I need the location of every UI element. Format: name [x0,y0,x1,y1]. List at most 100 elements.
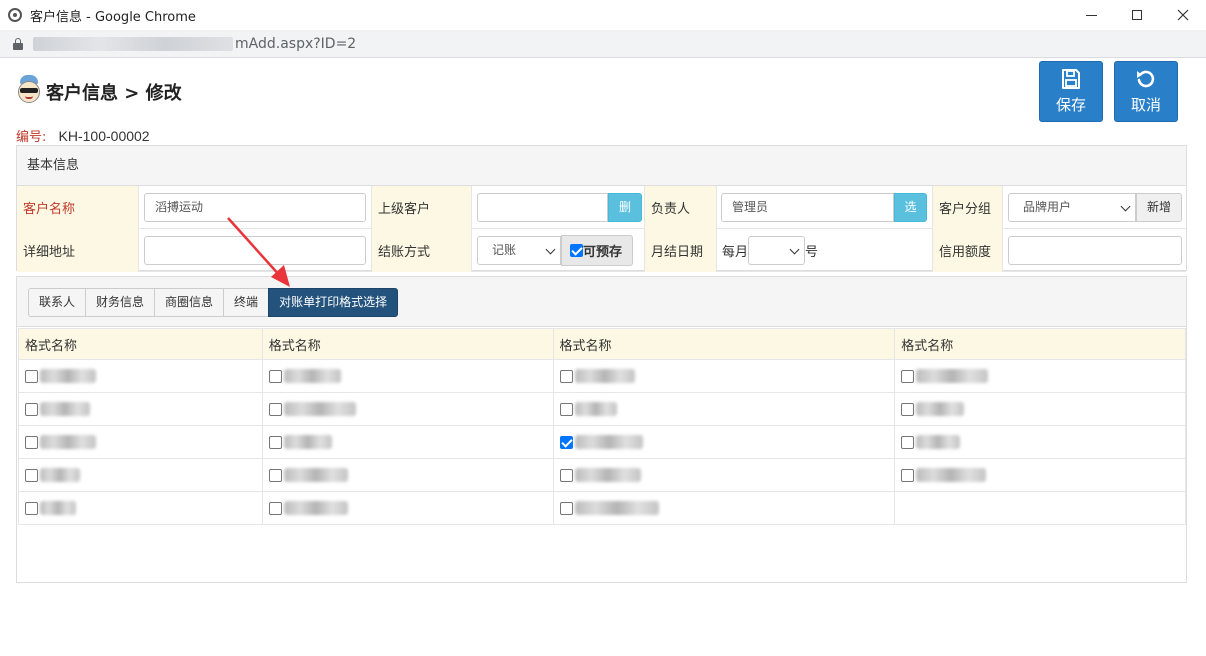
format-checkbox[interactable] [901,468,915,482]
tabs: 联系人 财务信息 商圈信息 终端 对账单打印格式选择 [28,288,399,317]
page-title: 客户信息 > 修改 [46,83,182,104]
mascot-logo-icon [16,73,42,111]
group-select-value: 品牌用户 [1023,200,1072,214]
chevron-down-icon [1120,201,1131,212]
format-option[interactable] [559,435,894,449]
code-value: KH-100-00002 [58,128,150,144]
format-name-redacted [40,468,80,482]
settle-label: 结账方式 [372,229,472,272]
format-name-redacted [283,501,348,515]
url-redacted [33,36,233,51]
credit-input[interactable] [1008,236,1182,265]
format-option[interactable] [268,501,552,515]
table-cell [552,359,896,393]
format-name-redacted [574,369,635,383]
format-option[interactable] [268,435,552,449]
format-checkbox[interactable] [25,435,38,449]
format-option[interactable] [25,369,261,383]
table-cell [261,425,554,459]
window-title: 客户信息 - Google Chrome [30,9,196,25]
format-option[interactable] [559,369,894,383]
address-input[interactable] [144,236,366,265]
format-name-redacted [574,435,643,449]
format-option[interactable] [25,402,261,416]
format-checkbox[interactable] [559,501,573,515]
format-option[interactable] [901,435,1184,449]
parent-customer-input[interactable] [477,193,608,222]
save-icon [1062,69,1080,89]
customer-name-input[interactable]: 滔搏运动 [144,193,366,222]
settle-select[interactable]: 记账 [477,236,561,265]
format-checkbox[interactable] [559,468,573,482]
tab-business-area[interactable]: 商圈信息 [154,288,225,317]
tab-terminal[interactable]: 终端 [223,288,270,317]
format-option[interactable] [559,501,894,515]
format-checkbox[interactable] [268,468,282,482]
table-cell [894,392,1186,426]
owner-cell: 管理员 选 [717,186,933,229]
format-option[interactable] [901,402,1184,416]
format-checkbox[interactable] [268,501,282,515]
minimize-button[interactable] [1068,0,1114,30]
table-row [18,392,1186,426]
table-cell [552,425,896,459]
format-option[interactable] [901,369,1184,383]
close-icon [1177,9,1189,21]
format-checkbox[interactable] [25,402,38,416]
table-cell [552,392,896,426]
save-button[interactable]: 保存 [1039,61,1103,122]
monthly-day-select[interactable] [748,236,806,265]
credit-label: 信用额度 [933,229,1003,272]
format-checkbox[interactable] [268,369,282,383]
code-label: 编号: [16,130,47,145]
format-option[interactable] [268,369,552,383]
format-checkbox[interactable] [901,402,915,416]
address-label: 详细地址 [17,229,139,272]
format-checkbox[interactable] [559,435,573,449]
group-add-button[interactable]: 新增 [1136,193,1182,222]
format-option[interactable] [25,435,261,449]
format-checkbox[interactable] [901,435,915,449]
format-checkbox[interactable] [559,369,573,383]
tab-contacts[interactable]: 联系人 [28,288,87,317]
format-option[interactable] [25,501,261,515]
prestore-checkbox[interactable] [570,244,583,257]
tab-statement-format[interactable]: 对账单打印格式选择 [268,288,399,317]
cancel-label: 取消 [1130,96,1161,114]
prestore-checkbox-group[interactable]: 可预存 [561,235,634,266]
column-header: 格式名称 [261,328,554,360]
column-header: 格式名称 [552,328,896,360]
format-checkbox[interactable] [901,369,915,383]
format-checkbox[interactable] [268,402,282,416]
table-cell [18,359,263,393]
undo-icon [1137,70,1155,88]
address-bar[interactable]: mAdd.aspx?ID=2 [0,30,1206,58]
format-name-redacted [574,501,659,515]
maximize-button[interactable] [1114,0,1160,30]
format-option[interactable] [901,468,1184,482]
format-name-redacted [574,468,641,482]
credit-cell [1003,229,1186,272]
group-select[interactable]: 品牌用户 [1008,193,1136,222]
format-checkbox[interactable] [559,402,573,416]
chrome-icon [8,8,22,22]
parent-customer-delete-button[interactable]: 删 [608,193,642,222]
format-option[interactable] [25,468,261,482]
format-option[interactable] [268,402,552,416]
tab-bar: 联系人 财务信息 商圈信息 终端 对账单打印格式选择 [17,277,1186,327]
owner-select-button[interactable]: 选 [894,193,927,222]
format-checkbox[interactable] [268,435,282,449]
format-option[interactable] [268,468,552,482]
format-checkbox[interactable] [25,369,38,383]
format-option[interactable] [559,468,894,482]
format-checkbox[interactable] [25,501,38,515]
format-option[interactable] [559,402,894,416]
format-name-redacted [40,369,96,383]
cancel-button[interactable]: 取消 [1114,61,1178,122]
owner-input[interactable]: 管理员 [721,193,894,222]
basic-info-heading: 基本信息 [17,146,1186,186]
format-checkbox[interactable] [25,468,38,482]
tab-finance[interactable]: 财务信息 [85,288,156,317]
table-cell [894,458,1186,492]
close-button[interactable] [1160,0,1206,30]
